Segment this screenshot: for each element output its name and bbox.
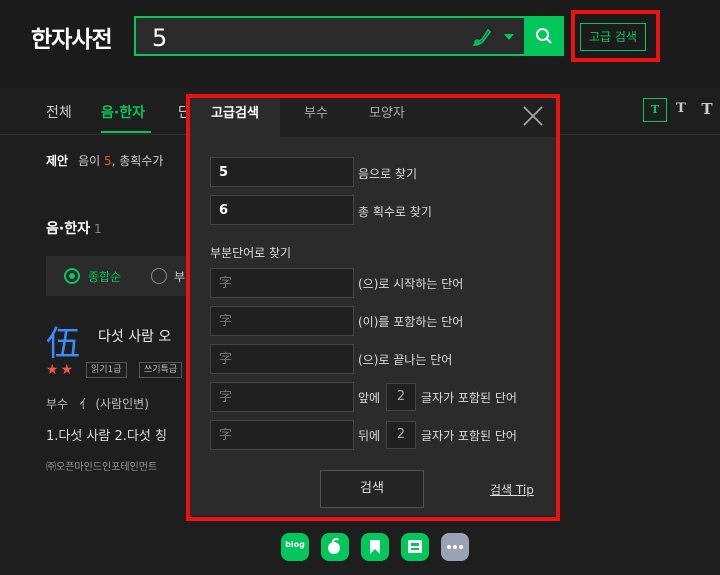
reading-level-badge: 읽기1급: [86, 362, 127, 378]
blog-label: blog: [285, 540, 305, 549]
font-size-large-button[interactable]: T: [695, 98, 719, 122]
suggestion-highlight: 5: [104, 154, 112, 168]
radical-info: 부수 亻 (사람인변): [46, 395, 149, 412]
hanja-meaning[interactable]: 다섯 사람 오: [98, 326, 171, 346]
tab-sound-hanja[interactable]: 음·한자: [101, 102, 145, 122]
app-logo[interactable]: 한자사전: [31, 20, 113, 54]
suggestion-text-after: , 총획수가: [111, 154, 164, 168]
section-title-text: 음·한자: [46, 221, 90, 237]
blog-icon[interactable]: blog: [281, 533, 309, 561]
knowledge-icon[interactable]: [361, 533, 389, 561]
chevron-down-icon[interactable]: [504, 34, 514, 40]
section-title: 음·한자 1: [46, 218, 102, 238]
sort-radio-other[interactable]: [151, 268, 167, 284]
sort-radio-selected[interactable]: [64, 268, 80, 284]
radical-value: 亻 (사람인변): [79, 397, 149, 411]
importance-stars: ★★: [46, 362, 76, 378]
newspaper-icon: [408, 540, 422, 553]
radical-label: 부수: [46, 397, 69, 411]
suggestion-prefix: 제안: [46, 154, 69, 168]
tab-all[interactable]: 전체: [46, 102, 72, 122]
search-box: [134, 16, 564, 56]
cafe-icon[interactable]: [321, 533, 349, 561]
sort-radio-other-label[interactable]: 부: [174, 268, 185, 285]
ellipsis-icon: [447, 545, 463, 549]
suggestion-text: 음이: [78, 154, 104, 168]
flag-icon: [370, 540, 380, 554]
search-button[interactable]: [524, 16, 564, 56]
writing-level-badge: 쓰기특급: [139, 362, 183, 378]
search-input[interactable]: [150, 20, 454, 56]
handwriting-pen-icon[interactable]: [471, 26, 493, 48]
font-size-small-button[interactable]: T: [643, 98, 667, 122]
highlight-box-advanced-button: [571, 10, 660, 62]
definitions: 1.다섯 사람 2.다섯 칭: [46, 429, 167, 444]
suggestion-line: 제안 음이 5, 총획수가: [46, 152, 163, 169]
more-icon[interactable]: [441, 533, 469, 561]
cup-icon: [328, 537, 340, 554]
active-tab-indicator: [101, 131, 151, 133]
hanja-character[interactable]: 伍: [46, 316, 80, 365]
sort-radio-label[interactable]: 종합순: [88, 268, 121, 285]
search-icon: [536, 28, 552, 44]
copyright-text: ㈜오픈마인드인포테인먼트: [46, 462, 158, 473]
highlight-box-panel: [186, 94, 560, 521]
section-count: 1: [93, 222, 102, 236]
font-size-medium-button[interactable]: T: [669, 98, 693, 122]
news-icon[interactable]: [401, 533, 429, 561]
